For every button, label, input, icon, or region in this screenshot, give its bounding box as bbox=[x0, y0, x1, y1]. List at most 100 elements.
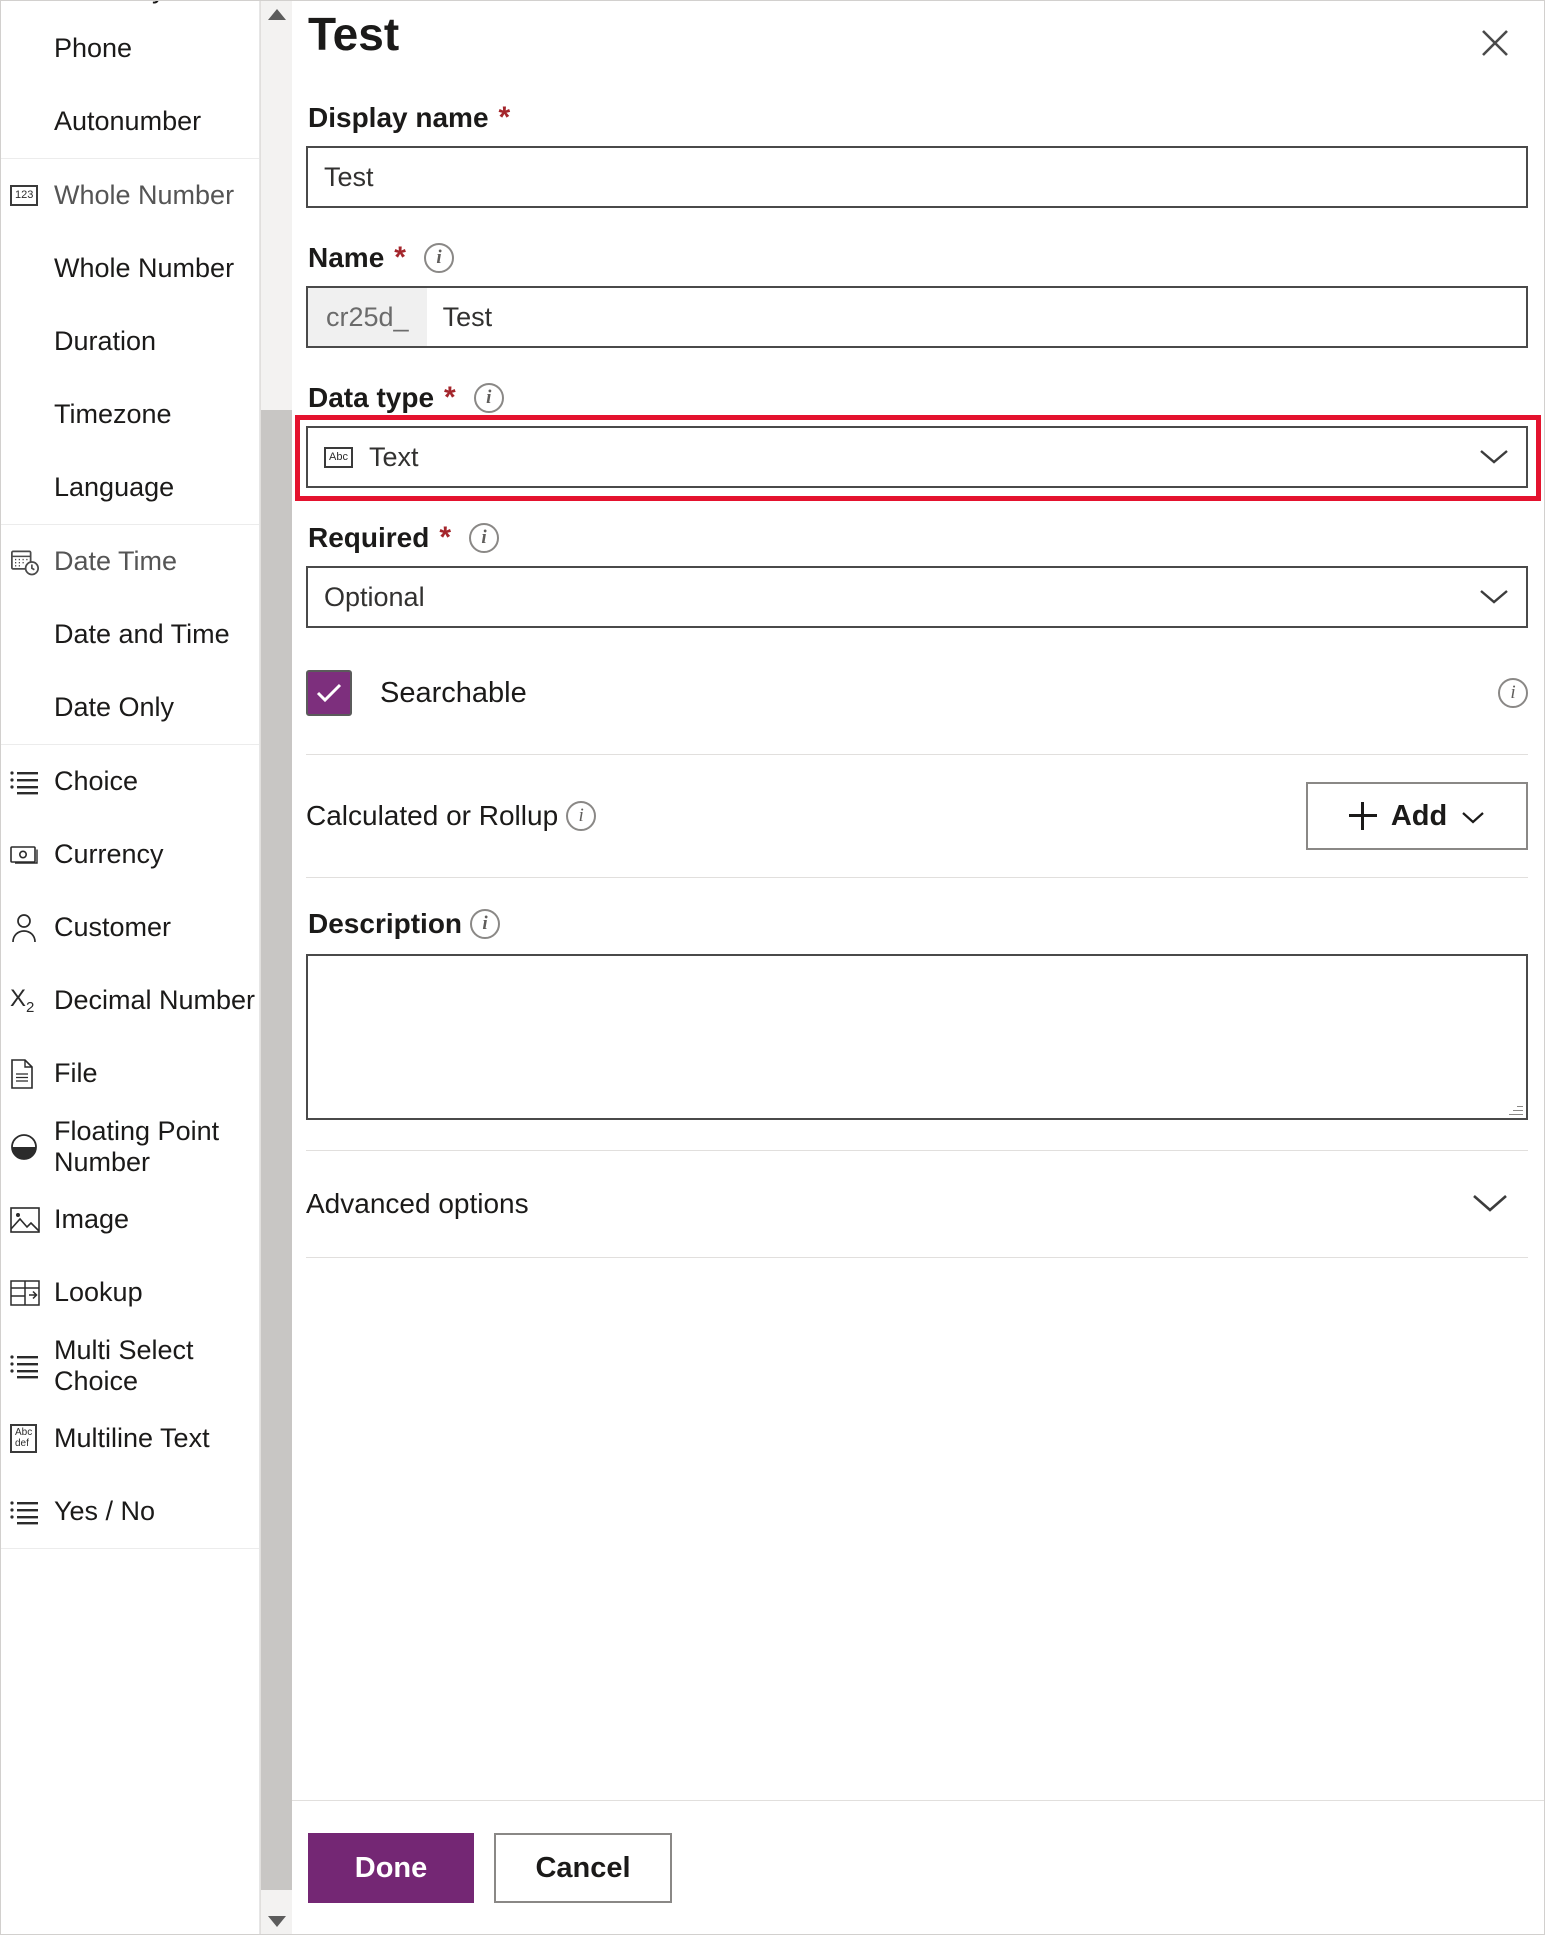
123-box-icon: 123 bbox=[10, 185, 54, 206]
searchable-checkbox[interactable] bbox=[306, 670, 352, 716]
data-type-item-language[interactable]: Language bbox=[0, 451, 259, 524]
calculated-or-rollup-label: Calculated or Rollup i bbox=[306, 800, 597, 832]
data-type-item-multiline-text[interactable]: Abc def Multiline Text bbox=[0, 1402, 259, 1475]
data-type-group-header-whole-number[interactable]: 123 Whole Number bbox=[0, 159, 259, 232]
scrollbar-thumb[interactable] bbox=[261, 410, 293, 1890]
chevron-down-icon bbox=[1478, 582, 1510, 613]
add-button[interactable]: Add bbox=[1306, 782, 1528, 850]
advanced-options-label: Advanced options bbox=[306, 1188, 529, 1219]
divider bbox=[306, 877, 1528, 878]
data-type-dropdown-wrap: Abc Text bbox=[295, 415, 1541, 501]
data-type-item-timezone[interactable]: Timezone bbox=[0, 378, 259, 451]
image-icon bbox=[10, 1206, 54, 1233]
display-name-label: Display name * bbox=[308, 102, 1545, 134]
person-icon bbox=[10, 913, 54, 943]
scroll-up-arrow[interactable] bbox=[261, 0, 293, 28]
cancel-button[interactable]: Cancel bbox=[494, 1833, 672, 1903]
data-type-item-label: Timezone bbox=[54, 399, 172, 429]
data-type-value: Text bbox=[368, 441, 419, 472]
panel-footer: Done Cancel bbox=[292, 1800, 1545, 1935]
data-type-item-currency[interactable]: Currency bbox=[0, 818, 259, 891]
data-type-item-floating-point-number[interactable]: Floating Point Number bbox=[0, 1110, 259, 1183]
field-properties-screen: Ticker Symbol Phone Autonumber 123 Whole… bbox=[0, 0, 1545, 1935]
chevron-down-icon[interactable] bbox=[1470, 1190, 1510, 1219]
calculated-or-rollup-row: Calculated or Rollup i Add bbox=[306, 755, 1528, 877]
document-icon bbox=[10, 1058, 54, 1089]
name-input-group[interactable]: cr25d_ Test bbox=[306, 286, 1528, 348]
info-icon[interactable]: i bbox=[566, 801, 597, 831]
data-type-item-multi-select-choice[interactable]: Multi Select Choice bbox=[0, 1329, 259, 1402]
data-type-label-text: Data type bbox=[308, 382, 435, 413]
data-type-item-label: Date Only bbox=[54, 692, 175, 722]
data-type-group-header-label: Date Time bbox=[54, 546, 178, 576]
searchable-label: Searchable bbox=[380, 676, 527, 709]
done-button[interactable]: Done bbox=[308, 1833, 474, 1903]
data-type-item-label: Choice bbox=[54, 766, 139, 796]
calculated-or-rollup-label-text: Calculated or Rollup bbox=[306, 800, 559, 831]
name-input[interactable]: Test bbox=[427, 288, 1526, 346]
list-icon bbox=[10, 769, 54, 795]
chevron-down-icon bbox=[1461, 800, 1485, 833]
scroll-down-arrow[interactable] bbox=[261, 1907, 293, 1935]
page-title: Test bbox=[308, 8, 400, 60]
data-type-item-label: Multiline Text bbox=[54, 1423, 210, 1453]
data-type-item-date-and-time[interactable]: Date and Time bbox=[0, 598, 259, 671]
close-icon[interactable] bbox=[1470, 18, 1520, 68]
info-icon[interactable]: i bbox=[469, 523, 500, 553]
description-textarea[interactable] bbox=[306, 954, 1528, 1120]
lookup-table-icon bbox=[10, 1279, 54, 1306]
data-type-item-date-only[interactable]: Date Only bbox=[0, 671, 259, 744]
data-type-item-label: Currency bbox=[54, 839, 164, 869]
data-type-item-yes-no[interactable]: Yes / No bbox=[0, 1475, 259, 1548]
abc-def-box-icon: Abc def bbox=[10, 1424, 54, 1453]
data-type-item-choice[interactable]: Choice bbox=[0, 745, 259, 818]
data-type-group-header-date-time[interactable]: Date Time bbox=[0, 525, 259, 598]
info-icon[interactable]: i bbox=[423, 243, 454, 273]
add-button-label: Add bbox=[1390, 799, 1448, 832]
required-asterisk: * bbox=[444, 381, 456, 414]
data-type-item-label: Yes / No bbox=[54, 1496, 156, 1526]
data-type-item-lookup[interactable]: Lookup bbox=[0, 1256, 259, 1329]
searchable-row[interactable]: Searchable i bbox=[306, 670, 1528, 716]
data-type-item-label: File bbox=[54, 1058, 98, 1088]
chevron-down-icon bbox=[1478, 442, 1510, 473]
advanced-options-row[interactable]: Advanced options bbox=[306, 1150, 1528, 1258]
cut-off-list-item[interactable]: Ticker Symbol bbox=[0, 0, 259, 12]
required-label: Required * i bbox=[308, 522, 1545, 554]
display-name-value: Test bbox=[324, 161, 374, 192]
data-type-group-header-label: Whole Number bbox=[54, 180, 235, 210]
data-type-item-label: Language bbox=[54, 472, 175, 502]
info-icon[interactable]: i bbox=[1498, 678, 1528, 708]
display-name-input[interactable]: Test bbox=[306, 146, 1528, 208]
cut-off-list-item-label: Ticker Symbol bbox=[54, 0, 224, 5]
data-type-group-date-time: Date Time Date and Time Date Only bbox=[0, 525, 259, 745]
data-type-item-duration[interactable]: Duration bbox=[0, 305, 259, 378]
data-type-item-file[interactable]: File bbox=[0, 1037, 259, 1110]
list-scrollbar[interactable] bbox=[260, 0, 293, 1935]
panel-header: Test bbox=[306, 0, 1545, 68]
plus-icon bbox=[1348, 802, 1377, 830]
data-type-item-label: Decimal Number bbox=[54, 985, 256, 1015]
data-type-item-decimal-number[interactable]: X2 Decimal Number bbox=[0, 964, 259, 1037]
data-type-item-label: Multi Select Choice bbox=[54, 1334, 194, 1396]
data-type-item-label: Lookup bbox=[54, 1277, 143, 1307]
data-type-item-phone[interactable]: Phone bbox=[0, 12, 259, 85]
subscript-x2-icon: X2 bbox=[10, 985, 35, 1016]
info-icon[interactable]: i bbox=[473, 383, 504, 413]
required-dropdown[interactable]: Optional bbox=[306, 566, 1528, 628]
abc-box-icon: Abc bbox=[324, 446, 353, 468]
info-icon[interactable]: i bbox=[470, 909, 501, 939]
data-type-item-image[interactable]: Image bbox=[0, 1183, 259, 1256]
data-type-item-customer[interactable]: Customer bbox=[0, 891, 259, 964]
data-type-list-panel: Ticker Symbol Phone Autonumber 123 Whole… bbox=[0, 0, 260, 1935]
description-label-text: Description bbox=[308, 908, 463, 939]
required-asterisk: * bbox=[498, 101, 511, 134]
data-type-item-autonumber[interactable]: Autonumber bbox=[0, 85, 259, 158]
data-type-item-label: Phone bbox=[54, 33, 133, 63]
resize-grip-icon[interactable] bbox=[1509, 1101, 1523, 1115]
list-icon bbox=[10, 1499, 54, 1525]
data-type-item-whole-number[interactable]: Whole Number bbox=[0, 232, 259, 305]
field-properties-panel: Test Display name * Test Name * i cr25d_… bbox=[292, 0, 1545, 1935]
name-label: Name * i bbox=[308, 242, 1545, 274]
data-type-dropdown[interactable]: Abc Text bbox=[306, 426, 1528, 488]
